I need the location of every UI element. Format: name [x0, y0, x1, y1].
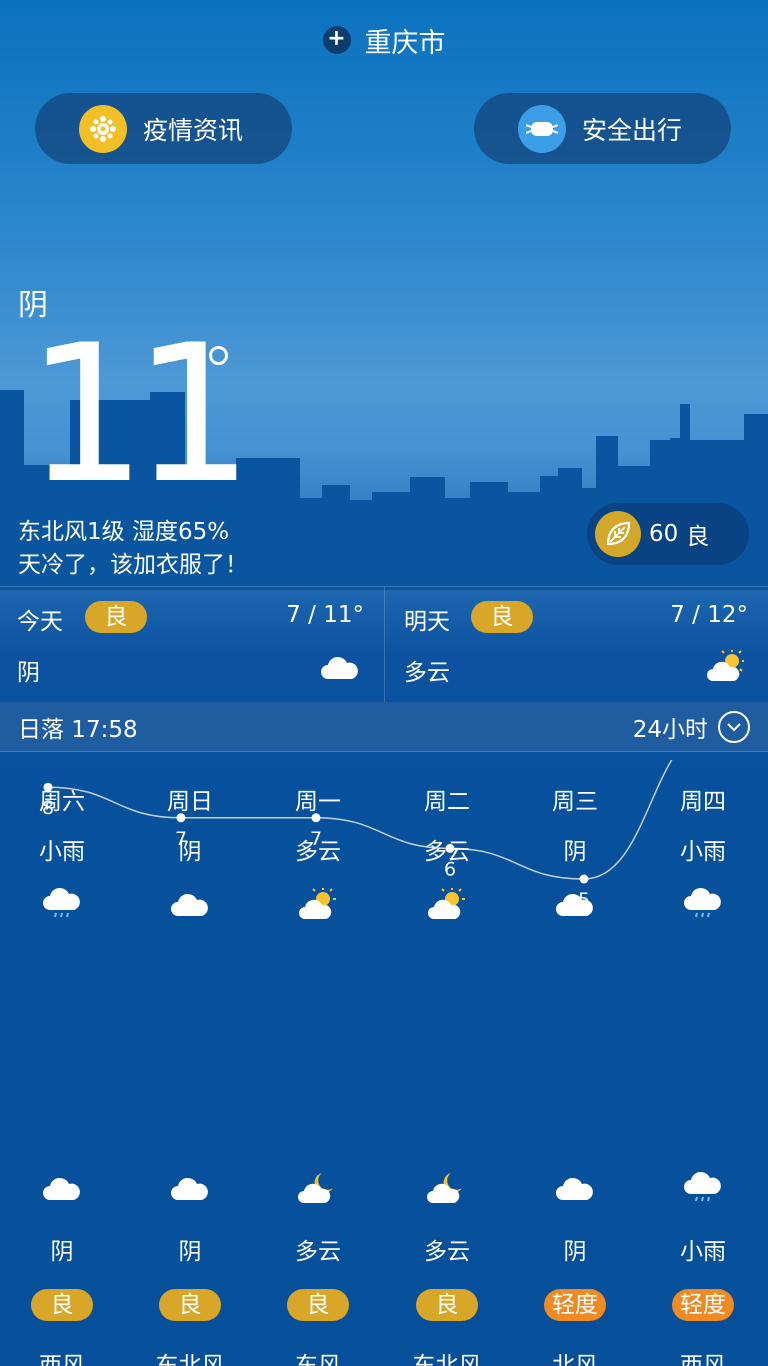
- cloud-icon: [171, 893, 208, 916]
- epidemic-info-label: 疫情资讯: [143, 115, 244, 145]
- epidemic-info-button[interactable]: 疫情资讯: [35, 93, 292, 164]
- safe-travel-label: 安全出行: [582, 115, 683, 145]
- safe-travel-button[interactable]: 安全出行: [474, 93, 731, 164]
- forecast-wind: 东北风: [412, 1353, 482, 1366]
- forecast-aqi-badge: 良: [31, 1289, 93, 1321]
- forecast-day-condition: 阴: [563, 839, 587, 865]
- cloud-icon: [556, 893, 593, 916]
- forecast-day-condition: 小雨: [39, 839, 85, 865]
- virus-icon: [79, 104, 127, 153]
- aqi-label: 良: [686, 524, 710, 550]
- sun-cloud-icon: [299, 888, 336, 919]
- cloud-icon: [321, 656, 358, 679]
- wind-humidity: 东北风1级 湿度65%: [18, 519, 230, 545]
- forecast-weekday: 周二: [424, 789, 470, 815]
- forecast-weekday: 周日: [167, 789, 213, 815]
- forecast-wind: 东北风: [155, 1353, 225, 1366]
- forecast-weekday: 周一: [295, 789, 341, 815]
- forecast-wind: 西风: [39, 1353, 85, 1366]
- cloud-icon: [556, 1177, 593, 1200]
- low-temp-point: [579, 874, 589, 884]
- temperature-chart: 1011121415128776510: [42, 760, 673, 911]
- sun-bar: 日落 17:58 24小时: [0, 702, 768, 752]
- forecast-weekday: 周六: [39, 789, 85, 815]
- forecast-night-condition: 小雨: [680, 1239, 726, 1265]
- aqi-button[interactable]: 60 良: [587, 503, 749, 565]
- aqi-badge: 良: [85, 601, 147, 633]
- day-name: 今天: [17, 609, 63, 635]
- forecast-aqi-badge: 良: [159, 1289, 221, 1321]
- temp-range: 7 / 12°: [670, 602, 748, 628]
- forecast-day-condition: 多云: [424, 839, 470, 865]
- cloud-icon: [171, 1177, 208, 1200]
- chevron-down-icon: [718, 710, 750, 743]
- aqi-badge: 良: [471, 601, 533, 633]
- day-name: 明天: [404, 609, 450, 635]
- sunset-time: 日落 17:58: [18, 716, 138, 743]
- forecast-wind: 东风: [295, 1353, 341, 1366]
- forecast-wind: 西风: [680, 1353, 726, 1366]
- partly-cloudy-icon: [707, 650, 744, 681]
- hourly-label: 24小时: [632, 716, 708, 743]
- low-temp-line: [47, 760, 673, 880]
- moon-cloud-icon: [298, 1173, 333, 1203]
- tomorrow-card[interactable]: 明天 良 7 / 12° 多云: [384, 587, 768, 703]
- forecast-aqi-badge: 轻度: [544, 1289, 606, 1321]
- rain-icon: [43, 887, 80, 918]
- forecast-aqi-badge: 轻度: [672, 1289, 734, 1321]
- forecast-day-condition: 小雨: [680, 839, 726, 865]
- six-day-forecast: 1011121415128776510周六小雨阴良西风周日阴阴良东北风周一多云多…: [0, 760, 768, 1366]
- hourly-toggle[interactable]: 24小时: [633, 710, 750, 744]
- forecast-night-condition: 阴: [563, 1239, 587, 1265]
- temp-range: 7 / 11°: [286, 602, 364, 628]
- forecast-day-condition: 多云: [295, 839, 341, 865]
- today-card[interactable]: 今天 良 7 / 11° 阴: [0, 587, 384, 703]
- leaf-icon: [595, 511, 641, 557]
- forecast-night-condition: 阴: [178, 1239, 202, 1265]
- forecast-aqi-badge: 良: [287, 1289, 349, 1321]
- forecast-night-condition: 多云: [424, 1239, 470, 1265]
- rain-icon: [684, 887, 721, 918]
- aqi-value: 60: [649, 521, 679, 547]
- forecast-day-condition: 阴: [178, 839, 202, 865]
- forecast-night-condition: 多云: [295, 1239, 341, 1265]
- forecast-wind: 北风: [552, 1353, 598, 1366]
- rain-icon: [684, 1171, 721, 1202]
- degree-icon: [209, 346, 228, 365]
- top-bar: + 重庆市: [0, 18, 768, 62]
- today-tomorrow: 今天 良 7 / 11° 阴 明天 良 7 / 12° 多云: [0, 586, 768, 703]
- forecast-aqi-badge: 良: [416, 1289, 478, 1321]
- current-temperature: 11: [26, 304, 254, 525]
- day-condition: 阴: [17, 660, 40, 686]
- plus-icon[interactable]: +: [322, 26, 351, 54]
- mask-icon: [518, 104, 566, 153]
- city-name[interactable]: 重庆市: [365, 21, 446, 60]
- sun-cloud-icon: [428, 888, 465, 919]
- forecast-weekday: 周四: [680, 789, 726, 815]
- forecast-weekday: 周三: [552, 789, 598, 815]
- clothing-advice: 天冷了，该加衣服了！: [18, 552, 248, 578]
- cloud-icon: [43, 1177, 80, 1200]
- moon-cloud-icon: [427, 1173, 462, 1203]
- day-condition: 多云: [404, 660, 450, 686]
- forecast-night-condition: 阴: [50, 1239, 74, 1265]
